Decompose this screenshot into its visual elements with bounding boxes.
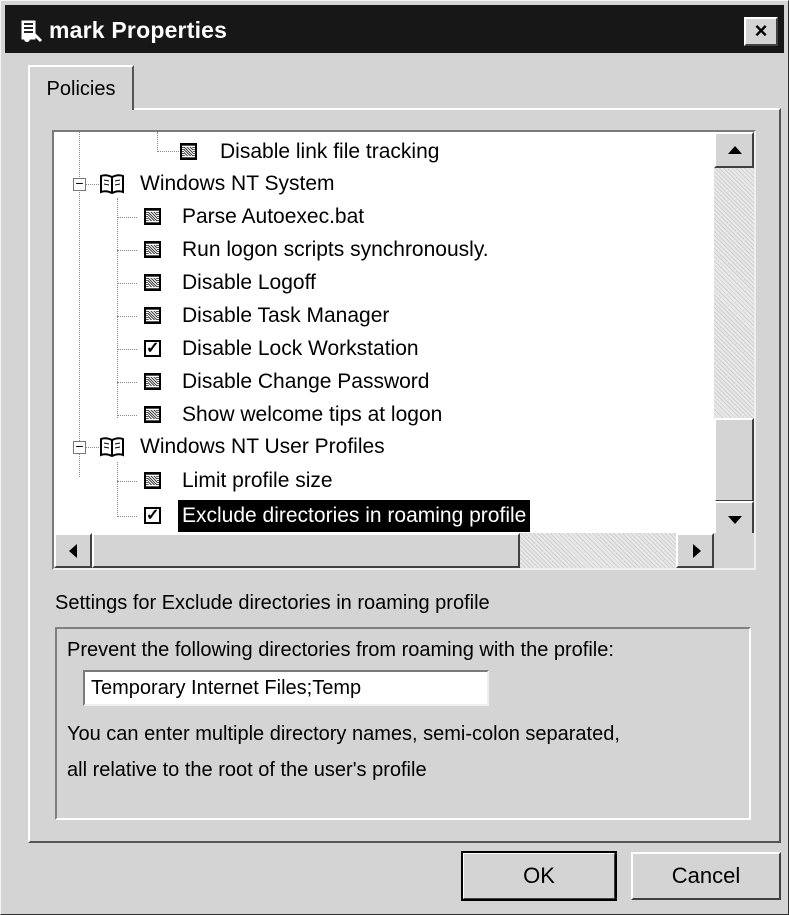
policy-tree[interactable]: Disable link file tracking − Windows NT … [52,130,756,570]
tree-item-label: Limit profile size [182,469,333,492]
policy-tree-body: Disable link file tracking − Windows NT … [54,132,714,537]
title-bar[interactable]: mark Properties × [5,5,784,53]
tree-item-label: Disable Change Password [182,370,430,393]
tree-item[interactable]: Parse Autoexec.bat [54,201,654,233]
minus-expander-icon[interactable]: − [73,439,86,454]
tree-item[interactable]: Disable Logoff [54,267,654,299]
tree-item-label: Run logon scripts synchronously. [182,238,489,261]
indeterminate-checkbox-icon[interactable] [144,373,161,390]
close-button[interactable]: × [744,17,778,46]
cancel-button[interactable]: Cancel [631,852,781,900]
indeterminate-checkbox-icon[interactable] [144,472,161,489]
indeterminate-checkbox-icon[interactable] [144,274,161,291]
tree-item[interactable]: Run logon scripts synchronously. [54,234,654,266]
indeterminate-checkbox-icon[interactable] [144,406,161,423]
settings-group: Prevent the following directories from r… [55,627,751,820]
arrow-right-icon [693,544,701,558]
tree-item-label: Parse Autoexec.bat [182,205,365,228]
horizontal-scroll-thumb[interactable] [92,533,520,568]
checked-checkbox-icon[interactable] [144,333,161,365]
vertical-scroll-thumb[interactable] [714,418,754,502]
scroll-down-button[interactable] [714,501,754,537]
book-icon [99,173,125,195]
minus-expander-icon[interactable]: − [73,176,86,191]
tree-category-label: Windows NT User Profiles [140,435,385,458]
arrow-left-icon [69,544,77,558]
tree-item-label: Disable Task Manager [182,304,390,327]
tree-item-label: Disable Lock Workstation [182,337,419,360]
tree-item[interactable]: Disable Change Password [54,366,654,398]
tree-item-label: Disable Logoff [182,271,316,294]
settings-help-line-1: You can enter multiple directory names, … [67,723,620,745]
vertical-scrollbar[interactable] [714,132,754,537]
tree-category[interactable]: − Windows NT User Profiles [54,431,654,463]
settings-heading: Settings for Exclude directories in roam… [55,592,490,614]
scrollbar-corner [714,533,754,568]
tree-item-label: Show welcome tips at logon [182,403,443,426]
tree-item[interactable]: Disable link file tracking [54,136,654,168]
indeterminate-checkbox-icon[interactable] [144,307,161,324]
indeterminate-checkbox-icon[interactable] [144,241,161,258]
tab-policies[interactable]: Policies [28,65,134,110]
tree-item[interactable]: Disable Task Manager [54,300,654,332]
tree-item-label: Disable link file tracking [220,140,440,163]
properties-dialog: mark Properties × Policies Disable link … [0,0,789,915]
checked-checkbox-icon[interactable] [144,500,161,532]
ok-button[interactable]: OK [461,851,617,901]
indeterminate-checkbox-icon[interactable] [180,143,197,160]
settings-prompt: Prevent the following directories from r… [67,639,614,661]
policy-editor-icon [19,19,43,43]
directories-input[interactable] [83,670,489,706]
scroll-right-button[interactable] [676,533,714,568]
window-title: mark Properties [49,17,228,43]
tree-category[interactable]: − Windows NT System [54,168,654,200]
horizontal-scrollbar[interactable] [54,533,714,568]
tree-item[interactable]: Disable Lock Workstation [54,333,654,365]
book-icon [99,436,125,458]
arrow-up-icon [728,146,742,154]
tree-item[interactable]: Show welcome tips at logon [54,399,654,431]
indeterminate-checkbox-icon[interactable] [144,208,161,225]
tree-item-label: Exclude directories in roaming profile [178,500,531,532]
scroll-left-button[interactable] [54,533,92,568]
settings-help-line-2: all relative to the root of the user's p… [67,759,427,781]
tree-category-label: Windows NT System [140,172,335,195]
arrow-down-icon [728,516,742,524]
tree-item[interactable]: Limit profile size [54,465,654,497]
scroll-up-button[interactable] [714,132,754,168]
tree-item-selected[interactable]: Exclude directories in roaming profile [54,500,674,532]
